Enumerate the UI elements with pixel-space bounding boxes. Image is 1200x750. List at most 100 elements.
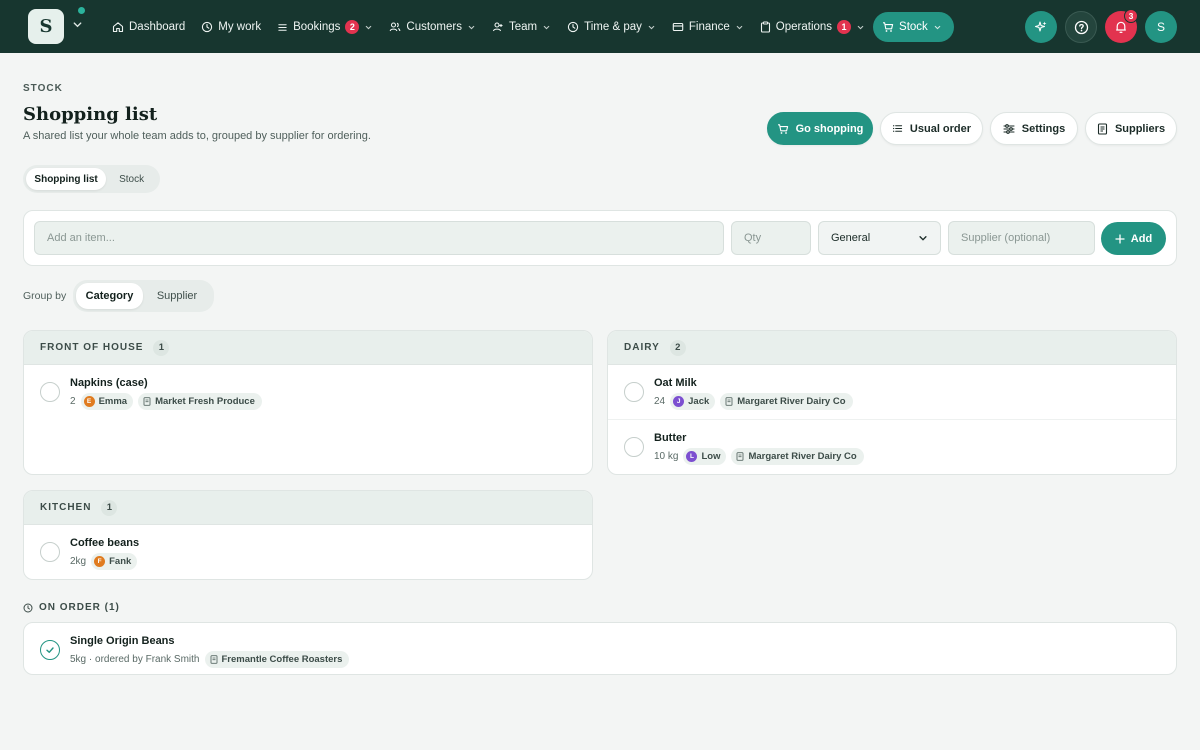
card-icon [672,22,684,32]
item-checkbox[interactable] [40,542,60,562]
check-icon [46,647,54,653]
category-selected-value: General [831,232,871,244]
category-select[interactable]: General [818,221,941,255]
supplier-chip[interactable]: Margaret River Dairy Co [731,448,864,465]
group-title: KITCHEN [40,502,92,513]
group-header: FRONT OF HOUSE 1 [24,331,592,365]
sparkle-icon [1034,21,1047,32]
list-item: Butter 10 kg L Low Margaret River Dairy … [608,420,1176,474]
status-dot [78,7,85,14]
nav-bookings[interactable]: Bookings 2 [269,12,381,42]
person-avatar: L [686,451,698,462]
list-item: Single Origin Beans 5kg · ordered by Fra… [24,623,1176,674]
list-icon [892,125,903,132]
list-icon [278,23,287,31]
nav-operations[interactable]: Operations 1 [752,12,873,42]
group-by-label: Group by [23,290,67,302]
supplier-chip[interactable]: Fremantle Coffee Roasters [204,651,350,668]
person-chip: E Emma [80,393,134,410]
team-icon [492,22,503,32]
group-count: 1 [153,339,170,356]
add-button[interactable]: Add [1101,222,1166,255]
group-card-dairy: DAIRY 2 Oat Milk 24 J Jack Margaret Rive… [607,330,1177,475]
chevron-down-icon [543,25,550,29]
logo-letter: S [39,16,53,37]
nav-label: Customers [406,21,462,33]
nav-label: Team [509,21,538,33]
help-button[interactable] [1065,11,1097,43]
item-name: Single Origin Beans [70,635,175,647]
person-avatar: E [83,396,95,407]
document-icon [737,452,744,461]
page-subtitle: A shared list your whole team adds to, g… [23,130,371,142]
clipboard-icon [760,21,770,33]
clock-icon [202,21,213,33]
go-shopping-button[interactable]: Go shopping [767,112,873,145]
button-label: Suppliers [1114,122,1166,135]
page-title: Shopping list [23,104,158,125]
cart-icon [883,22,894,32]
item-qty: 24 [654,396,666,407]
nav-time-pay[interactable]: Time & pay [559,12,664,42]
nav-my-work[interactable]: My work [193,12,269,42]
chevron-down-icon [736,25,743,29]
button-label: Usual order [909,122,972,135]
chevron-down-icon[interactable] [72,19,83,33]
on-order-heading: ON ORDER (1) [23,602,120,613]
nav-label: Finance [688,21,730,33]
button-label: Settings [1021,122,1066,135]
app-logo[interactable]: S [28,9,64,44]
supplier-chip[interactable]: Market Fresh Produce [138,393,262,410]
suppliers-button[interactable]: Suppliers [1085,112,1177,145]
person-chip: L Low [683,448,727,465]
item-checkbox[interactable] [40,382,60,402]
avatar-letter: S [1156,20,1165,34]
on-order-label: ON ORDER (1) [39,602,120,613]
item-meta: 2kg F Fank [70,553,138,570]
ordered-check[interactable] [40,640,60,660]
tab-shopping-list[interactable]: Shopping list [26,168,107,190]
group-by-supplier[interactable]: Supplier [143,283,211,309]
item-meta: 5kg · ordered by Frank Smith Fremantle C… [70,651,350,668]
nav-dashboard[interactable]: Dashboard [104,12,193,42]
clock-icon [567,21,579,33]
group-header: DAIRY 2 [608,331,1176,365]
settings-button[interactable]: Settings [990,112,1078,145]
supplier-input[interactable]: Supplier (optional) [948,221,1095,255]
list-item: Oat Milk 24 J Jack Margaret River Dairy … [608,365,1176,420]
group-by-toggle: Category Supplier [73,280,214,312]
nav-stock[interactable]: Stock [873,12,954,42]
person-name: Emma [98,396,128,407]
nav-label: Bookings [293,21,341,33]
usual-order-button[interactable]: Usual order [880,112,983,145]
document-icon [1097,122,1107,135]
supplier-chip[interactable]: Margaret River Dairy Co [720,393,853,410]
nav-finance[interactable]: Finance [664,12,752,42]
item-checkbox[interactable] [624,382,644,402]
item-checkbox[interactable] [624,437,644,457]
group-card-kitchen: KITCHEN 1 Coffee beans 2kg F Fank [23,490,593,580]
nav-team[interactable]: Team [484,12,559,42]
item-name: Butter [654,432,687,444]
home-icon [112,22,124,33]
on-order-card: Single Origin Beans 5kg · ordered by Fra… [23,622,1177,675]
button-label: Add [1130,232,1153,245]
person-avatar: F [94,556,106,567]
ai-assistant-button[interactable] [1025,11,1057,43]
user-avatar[interactable]: S [1145,11,1177,43]
list-item: Napkins (case) 2 E Emma Market Fresh Pro… [24,365,592,420]
qty-input[interactable]: Qty [731,221,811,255]
supplier-name: Margaret River Dairy Co [748,451,857,462]
item-input[interactable]: Add an item... [34,221,724,255]
nav-customers[interactable]: Customers [381,12,484,42]
nav-label: Dashboard [129,21,186,33]
group-by-category[interactable]: Category [76,283,143,309]
item-meta: 24 J Jack Margaret River Dairy Co [654,393,853,410]
tab-stock[interactable]: Stock [106,168,157,190]
nav-label: My work [218,21,262,33]
item-meta: 2 E Emma Market Fresh Produce [70,393,262,410]
supplier-name: Market Fresh Produce [155,396,255,407]
document-icon [143,397,151,406]
person-name: Fank [109,556,132,567]
item-name: Oat Milk [654,377,697,389]
